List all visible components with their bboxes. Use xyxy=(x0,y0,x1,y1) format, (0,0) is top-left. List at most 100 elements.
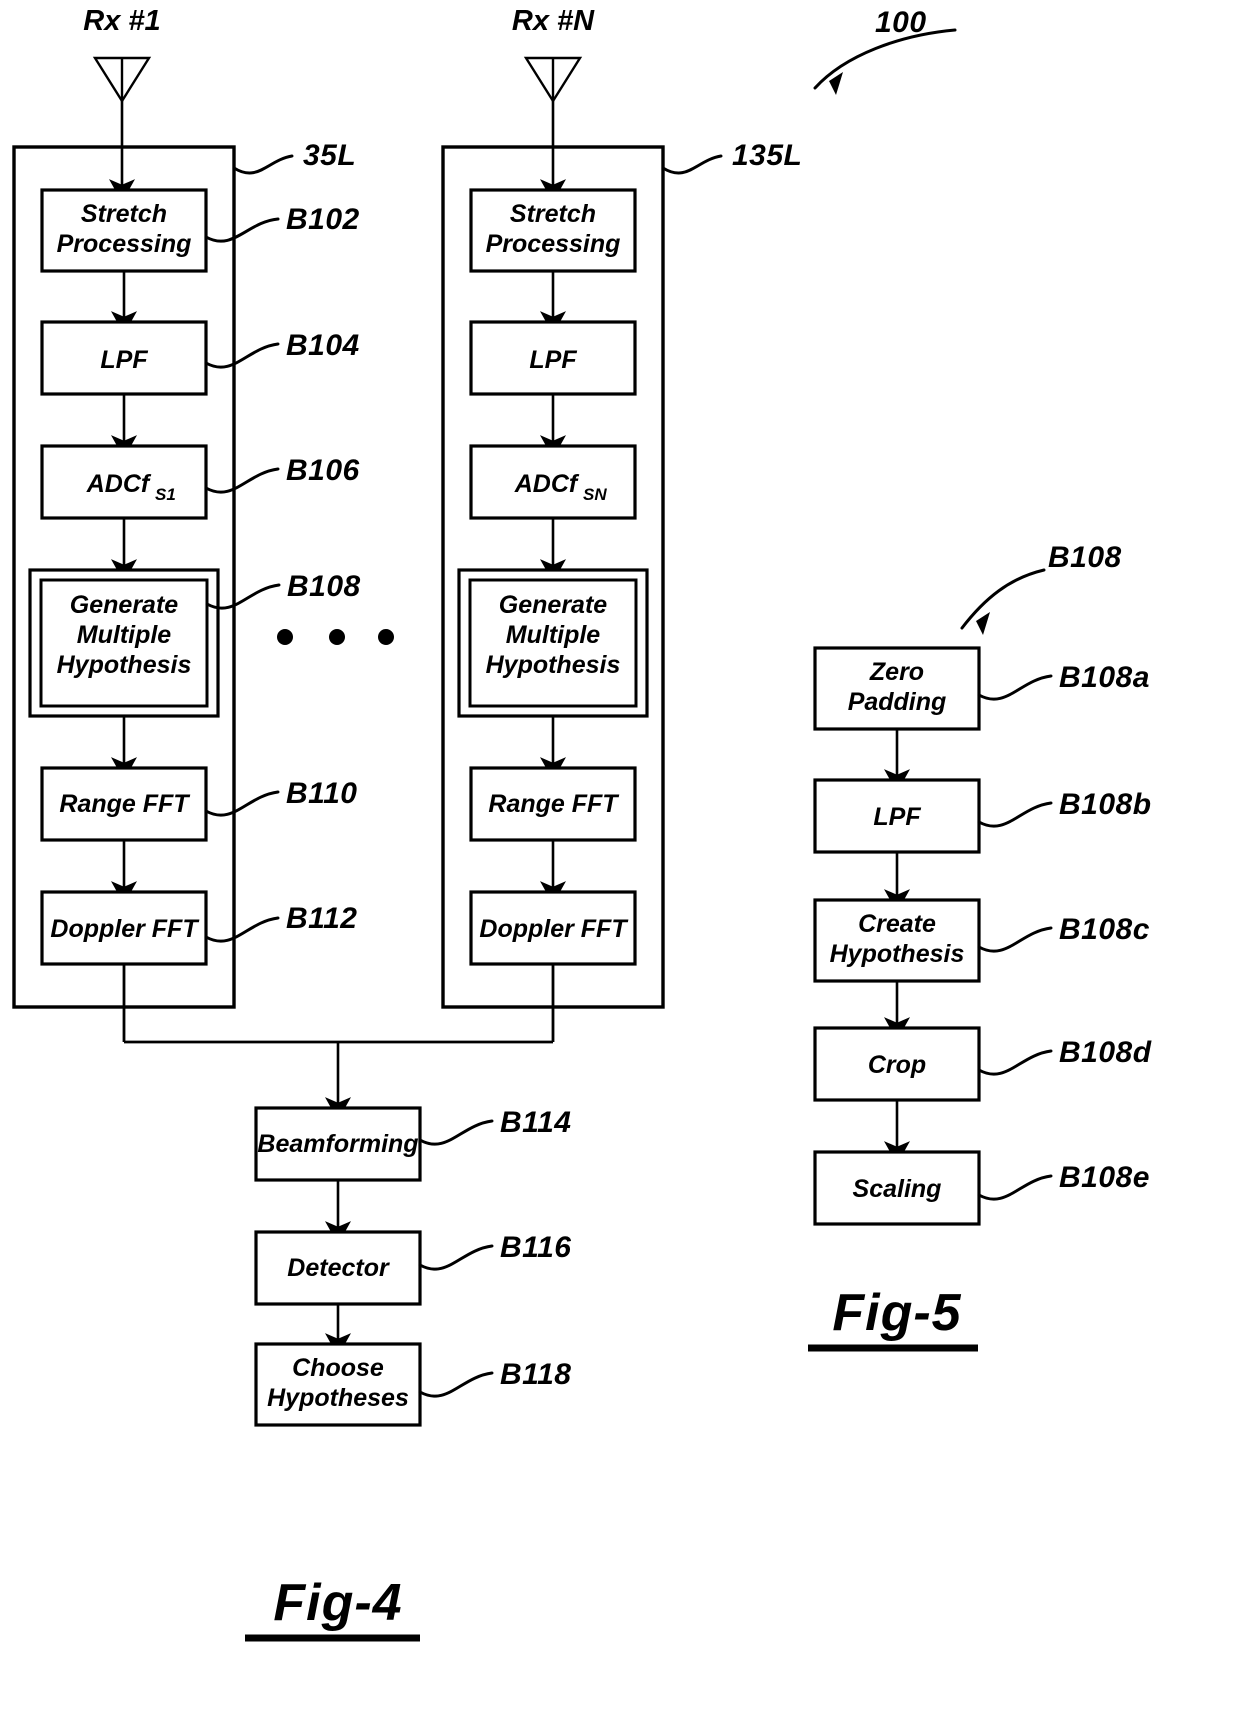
ref-B108e: B108e xyxy=(1059,1161,1150,1194)
lead-B108-detail xyxy=(960,568,1046,630)
lead-B118 xyxy=(418,1371,494,1398)
block-label-line: Hypothesis xyxy=(486,651,621,679)
block-label-line: Detector xyxy=(287,1254,390,1282)
ellipsis-dot xyxy=(329,629,345,645)
block-label-line: Create xyxy=(858,910,936,938)
fig5-caption-label: Fig-5 xyxy=(832,1284,961,1342)
antenna-rx1-label: Rx #1 xyxy=(83,5,160,37)
lead-B110 xyxy=(204,790,280,817)
block-create-hypothesis[interactable]: Create Hypothesis xyxy=(813,898,981,983)
lead-B102 xyxy=(204,217,280,243)
block-lpf-n[interactable]: LPF xyxy=(469,320,637,396)
ref-B114: B114 xyxy=(500,1106,572,1139)
fig5-caption: Fig-5 xyxy=(808,1284,978,1352)
block-lpf-fig5[interactable]: LPF xyxy=(813,778,981,854)
block-label-line: LPF xyxy=(100,346,148,374)
block-lpf-1[interactable]: LPF xyxy=(40,320,208,396)
block-label-line: Processing xyxy=(486,230,621,258)
ref-B112: B112 xyxy=(286,902,358,935)
block-label-line: Range FFT xyxy=(59,790,191,818)
block-label-line: Padding xyxy=(848,688,947,716)
block-generate-multiple-hypothesis-1[interactable]: Generate Multiple Hypothesis xyxy=(28,568,220,718)
ref-B110: B110 xyxy=(286,777,358,810)
fig5: B108 Zero Padding B108a LPF B108b Create… xyxy=(808,541,1152,1352)
block-label-subscript: SN xyxy=(583,485,607,504)
block-label-line: Hypothesis xyxy=(830,940,965,968)
block-label-line: LPF xyxy=(873,803,921,831)
ref-B116: B116 xyxy=(500,1231,572,1264)
patent-figure-sheet: Rx #1 35L Stretch Processing B102 LPF B1… xyxy=(0,0,1240,1709)
block-generate-multiple-hypothesis-n[interactable]: Generate Multiple Hypothesis xyxy=(457,568,649,718)
ref-B108-detail: B108 xyxy=(1048,541,1122,574)
lead-B108c xyxy=(977,926,1053,953)
fig4-channel-n: Rx #N 135L Stretch Processing LPF ADCf S… xyxy=(441,5,802,1042)
fig4-caption-label: Fig-4 xyxy=(273,1574,402,1632)
fig5-detail-ref: B108 xyxy=(959,541,1122,635)
ref-B108a: B108a xyxy=(1059,661,1150,694)
ref-B102: B102 xyxy=(286,203,360,236)
block-stretch-processing-n[interactable]: Stretch Processing xyxy=(469,188,637,273)
ref-B108: B108 xyxy=(287,570,361,603)
block-adc-n[interactable]: ADCf SN xyxy=(469,444,637,520)
fig4-channel-1: Rx #1 35L Stretch Processing B102 LPF B1… xyxy=(12,5,361,1042)
lead-B112 xyxy=(204,916,280,943)
antenna-rxn-label: Rx #N xyxy=(512,5,595,37)
block-adc-1[interactable]: ADCf S1 xyxy=(40,444,208,520)
merge-bus xyxy=(124,1040,553,1121)
block-label-line: Beamforming xyxy=(257,1130,418,1158)
block-label-line: Doppler FFT xyxy=(479,915,629,943)
block-label-line: Zero xyxy=(869,658,924,686)
block-label-line: Scaling xyxy=(853,1175,942,1203)
fig4-common-chain: Beamforming B114 Detector B116 Choose Hy… xyxy=(254,1106,572,1427)
block-label-line: Hypothesis xyxy=(57,651,192,679)
lead-B108b xyxy=(977,801,1053,828)
block-label-line: Generate xyxy=(70,591,178,619)
block-choose-hypotheses[interactable]: Choose Hypotheses xyxy=(254,1342,422,1427)
block-label-subscript: S1 xyxy=(155,485,176,504)
lead-B106 xyxy=(204,467,280,494)
lead-135L xyxy=(661,154,723,175)
block-label-line: Processing xyxy=(57,230,192,258)
ref-B106: B106 xyxy=(286,454,360,487)
antenna-rxn: Rx #N xyxy=(512,5,595,203)
block-range-fft-1[interactable]: Range FFT xyxy=(40,766,208,842)
block-label-line: ADCf xyxy=(86,470,152,498)
lead-B104 xyxy=(204,342,280,369)
block-label-line: Hypotheses xyxy=(267,1384,409,1412)
block-crop[interactable]: Crop xyxy=(813,1026,981,1102)
block-beamforming[interactable]: Beamforming xyxy=(254,1106,422,1182)
ref-B108c: B108c xyxy=(1059,913,1150,946)
ref-B104: B104 xyxy=(286,329,360,362)
ref-35L: 35L xyxy=(303,139,356,172)
block-label-line: LPF xyxy=(529,346,577,374)
ref-B118: B118 xyxy=(500,1358,572,1391)
lead-35L xyxy=(232,154,294,175)
lead-B108a xyxy=(977,674,1053,701)
system-ref-100: 100 xyxy=(812,6,957,95)
block-zero-padding[interactable]: Zero Padding xyxy=(813,646,981,731)
block-label-line: Stretch xyxy=(510,200,596,228)
block-detector[interactable]: Detector xyxy=(254,1230,422,1306)
block-label-line: Multiple xyxy=(77,621,172,649)
ref-135L: 135L xyxy=(732,139,802,172)
block-scaling[interactable]: Scaling xyxy=(813,1150,981,1226)
lead-B108d xyxy=(977,1049,1053,1076)
block-label-line: ADCf xyxy=(514,470,580,498)
ellipsis-dot xyxy=(277,629,293,645)
channel-ellipsis xyxy=(277,629,394,645)
block-range-fft-n[interactable]: Range FFT xyxy=(469,766,637,842)
block-label-line: Stretch xyxy=(81,200,167,228)
antenna-rx1: Rx #1 xyxy=(83,5,161,203)
block-label-line: Range FFT xyxy=(488,790,620,818)
lead-B114 xyxy=(418,1119,494,1146)
ellipsis-dot xyxy=(378,629,394,645)
block-doppler-fft-n[interactable]: Doppler FFT xyxy=(469,890,637,966)
ref-B108b: B108b xyxy=(1059,788,1152,821)
block-label-line: Generate xyxy=(499,591,607,619)
block-stretch-processing-1[interactable]: Stretch Processing xyxy=(40,188,208,273)
block-label-line: Choose xyxy=(292,1354,384,1382)
block-label-line: Doppler FFT xyxy=(50,915,200,943)
block-label-line: Crop xyxy=(868,1051,926,1079)
lead-B116 xyxy=(418,1244,494,1271)
block-doppler-fft-1[interactable]: Doppler FFT xyxy=(40,890,208,966)
